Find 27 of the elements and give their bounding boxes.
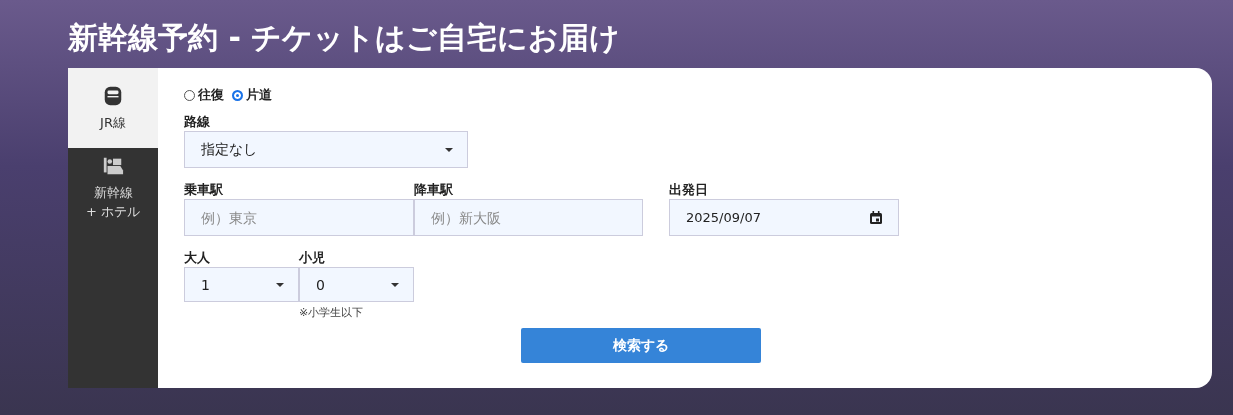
train-icon (102, 84, 124, 107)
trip-type-radio[interactable]: 片道 (232, 86, 272, 104)
caret-icon (391, 282, 399, 287)
caret-icon (445, 147, 453, 152)
radio-label: 往復 (198, 86, 224, 104)
hotel-bed-icon (102, 155, 124, 177)
field-label: 大人 (184, 249, 211, 267)
route-select[interactable]: 指定なし (184, 131, 468, 168)
search-button[interactable]: 検索する (521, 328, 761, 363)
field-label: 降車駅 (414, 181, 454, 199)
date-field[interactable]: 2025/09/07 (669, 199, 899, 236)
radio-label: 片道 (246, 86, 272, 104)
caret-icon (276, 282, 284, 287)
arrival-station-field[interactable]: 例）新大阪 (414, 199, 643, 236)
field-label: 路線 (184, 113, 211, 131)
calendar-icon (868, 209, 884, 226)
children-note: ※小学生以下 (299, 305, 365, 320)
sidebar-tab[interactable]: 新幹線 + ホテル (68, 148, 158, 228)
trip-type-radio[interactable]: 往復 (184, 86, 224, 104)
sidebar-tab[interactable]: JR線 (68, 68, 158, 148)
adults-select[interactable]: 1 (184, 267, 299, 302)
field-label: 出発日 (669, 181, 709, 199)
field-label: 小児 (299, 249, 326, 267)
departure-station-field[interactable]: 例）東京 (184, 199, 414, 236)
page-title: 新幹線予約 - チケットはご自宅にお届け (68, 19, 622, 57)
children-select[interactable]: 0 (299, 267, 414, 302)
field-label: 乗車駅 (184, 181, 224, 199)
